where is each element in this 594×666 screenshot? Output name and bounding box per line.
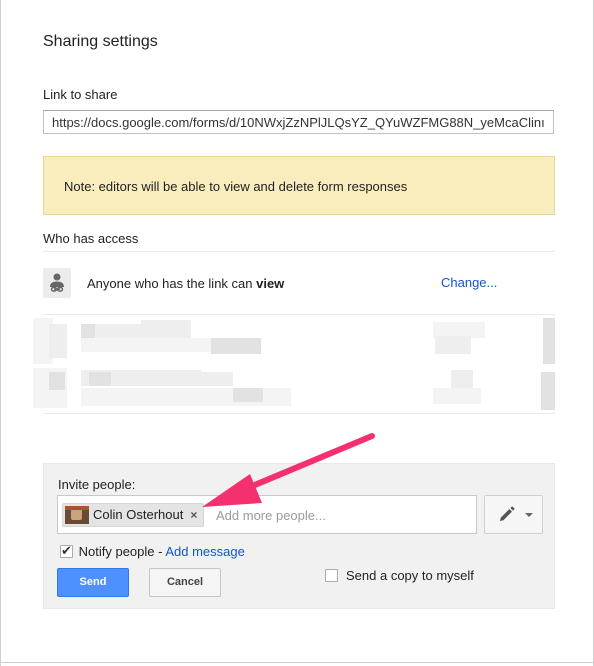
pencil-icon bbox=[500, 506, 515, 521]
send-button[interactable]: Send bbox=[57, 568, 129, 597]
divider bbox=[43, 251, 555, 252]
editors-note-text: Note: editors will be able to view and d… bbox=[64, 179, 408, 194]
notify-people-checkbox[interactable] bbox=[60, 543, 73, 559]
send-copy-label: Send a copy to myself bbox=[346, 568, 474, 583]
recipient-name: Colin Osterhout bbox=[93, 507, 184, 522]
close-icon[interactable]: × bbox=[190, 504, 197, 526]
dialog-title: Sharing settings bbox=[43, 33, 158, 50]
send-copy-row: Send a copy to myself bbox=[325, 568, 474, 583]
chevron-down-icon bbox=[525, 513, 533, 517]
notify-people-row: Notify people - Add message bbox=[60, 543, 245, 559]
recipient-chip[interactable]: Colin Osterhout × bbox=[62, 503, 205, 527]
divider bbox=[1, 662, 593, 663]
add-people-input[interactable] bbox=[216, 505, 471, 525]
access-level: view bbox=[256, 276, 285, 291]
access-entry-text: Anyone who has the link can view bbox=[87, 276, 284, 291]
invite-people-panel: Invite people: Colin Osterhout × Notify p… bbox=[43, 463, 555, 609]
editors-note-banner: Note: editors will be able to view and d… bbox=[43, 156, 555, 215]
sharing-dialog: Sharing settings Link to share Note: edi… bbox=[0, 0, 594, 666]
redacted-access-row bbox=[33, 366, 563, 414]
person-link-icon bbox=[43, 268, 71, 298]
divider bbox=[43, 413, 555, 414]
invite-people-field[interactable]: Colin Osterhout × bbox=[57, 495, 477, 534]
invite-people-label: Invite people: bbox=[58, 477, 136, 492]
avatar bbox=[65, 506, 89, 524]
send-copy-checkbox[interactable] bbox=[325, 569, 338, 582]
access-description: Anyone who has the link can bbox=[87, 276, 257, 291]
notify-people-label: Notify people - bbox=[78, 544, 166, 559]
cancel-button[interactable]: Cancel bbox=[149, 568, 221, 597]
access-entry-link: Anyone who has the link can view Change.… bbox=[43, 268, 555, 300]
redacted-access-row bbox=[33, 318, 563, 366]
share-link-field[interactable] bbox=[43, 110, 554, 134]
divider bbox=[43, 314, 555, 315]
who-has-access-label: Who has access bbox=[43, 231, 139, 246]
change-access-link[interactable]: Change... bbox=[441, 275, 497, 290]
add-message-link[interactable]: Add message bbox=[165, 544, 245, 559]
link-to-share-label: Link to share bbox=[43, 87, 118, 102]
permission-dropdown-button[interactable] bbox=[484, 495, 543, 534]
